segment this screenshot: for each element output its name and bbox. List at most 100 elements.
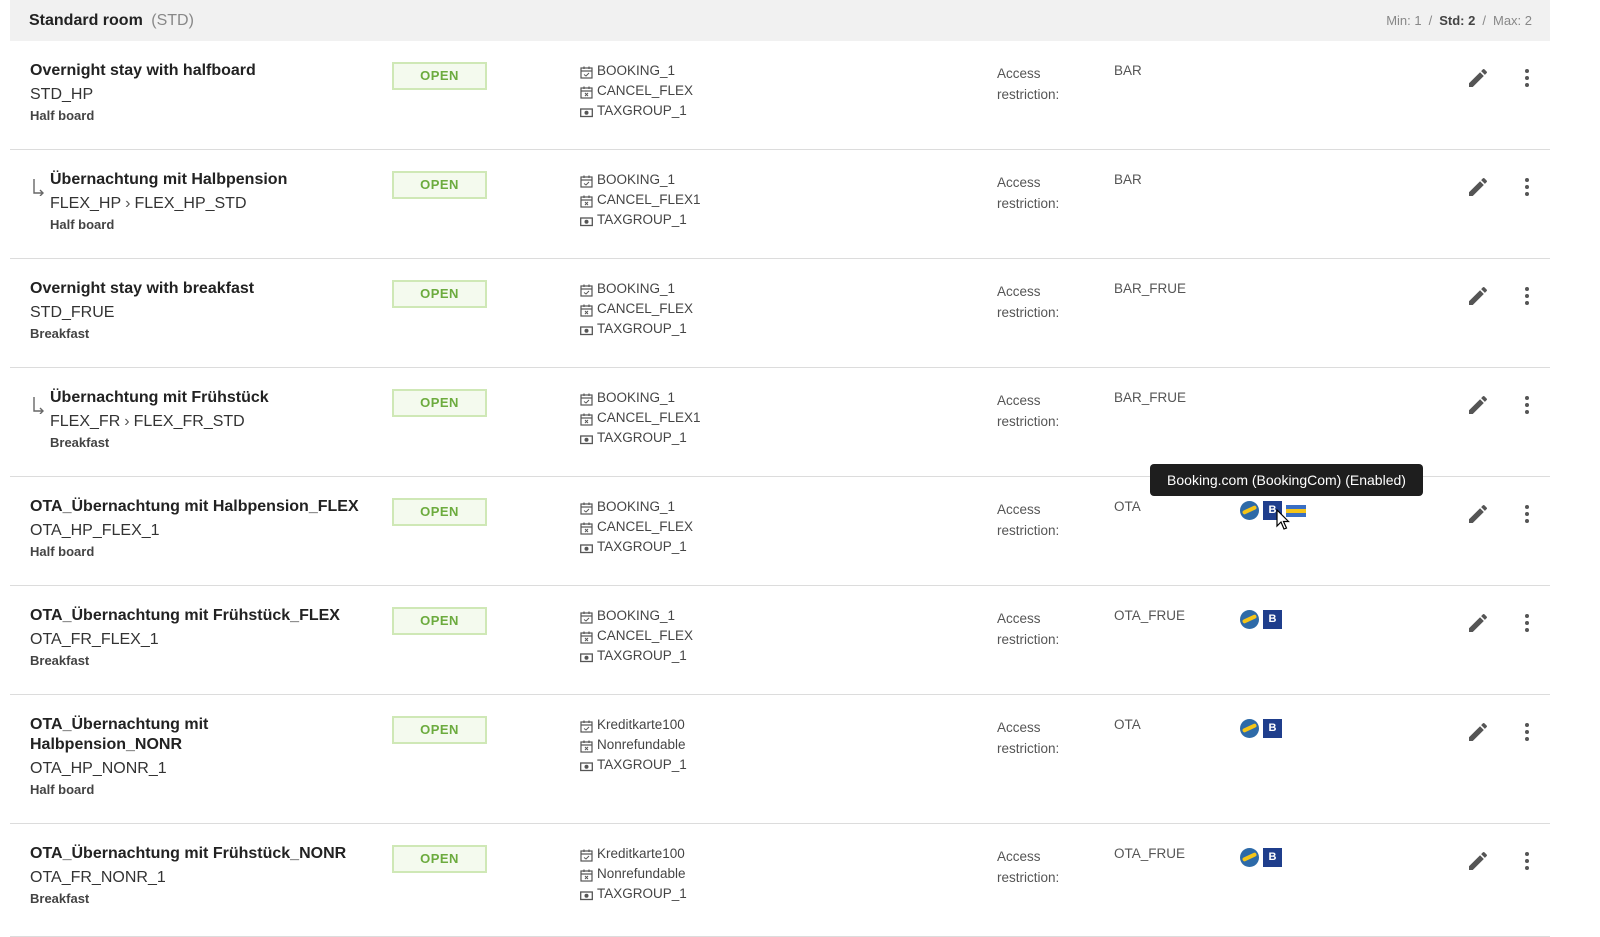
policy-item: Nonrefundable	[580, 735, 687, 755]
rate-plan-name[interactable]: Overnight stay with halfboard	[30, 61, 390, 81]
calendar-x-icon	[580, 630, 593, 644]
rate-plan-code: FLEX_FR	[50, 413, 121, 430]
policy-label: TAXGROUP_1	[597, 430, 687, 445]
rate-plan-row: Übernachtung mit Frühstück FLEX_FR › FLEX_…	[10, 368, 1550, 477]
room-type-code: (STD)	[151, 11, 194, 29]
status-badge[interactable]: OPEN	[392, 171, 487, 199]
more-options-icon[interactable]	[1515, 611, 1539, 635]
policy-label: TAXGROUP_1	[597, 886, 687, 901]
rate-plan-name[interactable]: Übernachtung mit Halbpension	[50, 170, 410, 190]
more-options-icon[interactable]	[1515, 284, 1539, 308]
rate-plan-name[interactable]: OTA_Übernachtung mit Frühstück_FLEX	[30, 606, 390, 626]
edit-pencil-icon[interactable]	[1466, 849, 1490, 873]
booking-channel-icon[interactable]: B	[1263, 719, 1282, 738]
booking-channel-icon[interactable]: B	[1263, 848, 1282, 867]
rate-plan-code-line: STD_FRUE	[30, 303, 390, 323]
occupancy-max: Max: 2	[1492, 13, 1532, 28]
rate-plan-info: Übernachtung mit Halbpension FLEX_HP › FLE…	[50, 170, 410, 232]
policy-item: Nonrefundable	[580, 864, 687, 884]
rate-plan-code-line: OTA_FR_NONR_1	[30, 868, 390, 888]
access-restriction-label: Access restriction:	[997, 849, 1060, 885]
edit-pencil-icon[interactable]	[1466, 393, 1490, 417]
rate-plan-info: Übernachtung mit Frühstück FLEX_FR › FLEX_…	[50, 388, 410, 450]
rate-plan-name[interactable]: OTA_Übernachtung mit Frühstück_NONR	[30, 844, 390, 864]
policy-label: CANCEL_FLEX	[597, 83, 694, 98]
separator: /	[1428, 13, 1433, 28]
separator: /	[1482, 13, 1486, 28]
edit-pencil-icon[interactable]	[1466, 175, 1490, 199]
status-badge[interactable]: OPEN	[392, 607, 487, 635]
status-badge[interactable]: OPEN	[392, 498, 487, 526]
rate-plan-row: OTA_Übernachtung mit Halbpension_NONR OTA…	[10, 695, 1550, 824]
status-badge[interactable]: OPEN	[392, 716, 487, 744]
policy-list: BOOKING_1 CANCEL_FLEX1 TAXGROUP_1	[580, 388, 701, 448]
edit-pencil-icon[interactable]	[1466, 611, 1490, 635]
policy-item: BOOKING_1	[580, 279, 693, 299]
policy-item: BOOKING_1	[580, 606, 693, 626]
policy-label: CANCEL_FLEX	[597, 519, 694, 534]
rate-plan-info: OTA_Übernachtung mit Frühstück_FLEX OTA_…	[30, 606, 390, 668]
access-restriction-value: OTA	[1114, 499, 1141, 514]
more-options-icon[interactable]	[1515, 849, 1539, 873]
edit-pencil-icon[interactable]	[1466, 284, 1490, 308]
policy-item: TAXGROUP_1	[580, 537, 693, 557]
policy-label: CANCEL_FLEX	[597, 628, 694, 643]
access-restriction-value: OTA	[1114, 717, 1141, 732]
rate-plan-code-line: OTA_HP_FLEX_1	[30, 521, 390, 541]
chevron-right-icon: ›	[124, 413, 130, 430]
access-restriction-label: Access restriction:	[997, 66, 1060, 102]
money-icon	[580, 105, 593, 118]
policy-item: CANCEL_FLEX1	[580, 190, 701, 210]
board-type: Half board	[50, 217, 115, 232]
board-type: Breakfast	[50, 435, 110, 450]
rate-plan-row: Übernachtung mit Halbpension FLEX_HP › FLE…	[10, 150, 1550, 259]
more-options-icon[interactable]	[1515, 502, 1539, 526]
booking-channel-icon[interactable]: B	[1263, 610, 1282, 629]
edit-pencil-icon[interactable]	[1466, 66, 1490, 90]
rate-plan-code-line: FLEX_HP › FLEX_HP_STD	[50, 194, 410, 214]
rate-plan-code-line: OTA_HP_NONR_1	[30, 759, 390, 779]
more-options-icon[interactable]	[1515, 66, 1539, 90]
rate-plan-row: Overnight stay with breakfast STD_FRUE B…	[10, 259, 1550, 368]
edit-pencil-icon[interactable]	[1466, 502, 1490, 526]
board-type: Breakfast	[30, 326, 90, 341]
expedia-channel-icon[interactable]	[1240, 501, 1259, 520]
edit-pencil-icon[interactable]	[1466, 720, 1490, 744]
expedia-channel-icon[interactable]	[1240, 719, 1259, 738]
more-options-icon[interactable]	[1515, 720, 1539, 744]
expedia-channel-icon[interactable]	[1240, 848, 1259, 867]
access-restriction-value: OTA_FRUE	[1114, 846, 1186, 861]
policy-item: BOOKING_1	[580, 388, 701, 408]
channel-tooltip: Booking.com (BookingCom) (Enabled)	[1150, 464, 1423, 496]
expedia-channel-icon[interactable]	[1240, 610, 1259, 629]
access-restriction-value: BAR	[1114, 172, 1142, 187]
derived-rate-arrow-icon	[32, 178, 46, 197]
rate-plan-name[interactable]: OTA_Übernachtung mit Halbpension_NONR	[30, 715, 390, 755]
rate-plan-name[interactable]: Overnight stay with breakfast	[30, 279, 390, 299]
room-type-header: Standard room (STD) Min: 1 / Std: 2 / Max: 2	[10, 0, 1550, 41]
calendar-x-icon	[580, 412, 593, 426]
rate-plan-name[interactable]: OTA_Übernachtung mit Halbpension_FLEX	[30, 497, 390, 517]
more-options-icon[interactable]	[1515, 393, 1539, 417]
calendar-x-icon	[580, 868, 593, 882]
policy-item: Kreditkarte100	[580, 844, 687, 864]
status-badge[interactable]: OPEN	[392, 280, 487, 308]
policy-label: CANCEL_FLEX1	[597, 410, 701, 425]
channel-list: B	[1240, 848, 1282, 867]
policy-label: Nonrefundable	[597, 866, 686, 881]
board-type: Half board	[30, 544, 95, 559]
status-badge[interactable]: OPEN	[392, 845, 487, 873]
access-restriction-value: BAR_FRUE	[1114, 281, 1187, 296]
rate-plan-name[interactable]: Übernachtung mit Frühstück	[50, 388, 410, 408]
policy-label: BOOKING_1	[597, 281, 676, 296]
money-icon	[580, 214, 593, 227]
policy-label: CANCEL_FLEX	[597, 301, 694, 316]
money-icon	[580, 650, 593, 663]
status-badge[interactable]: OPEN	[392, 389, 487, 417]
policy-list: BOOKING_1 CANCEL_FLEX TAXGROUP_1	[580, 61, 693, 121]
policy-list: BOOKING_1 CANCEL_FLEX TAXGROUP_1	[580, 279, 693, 339]
more-options-icon[interactable]	[1515, 175, 1539, 199]
policy-item: TAXGROUP_1	[580, 210, 701, 230]
status-badge[interactable]: OPEN	[392, 62, 487, 90]
policy-list: Kreditkarte100 Nonrefundable TAXGROUP_1	[580, 844, 687, 904]
